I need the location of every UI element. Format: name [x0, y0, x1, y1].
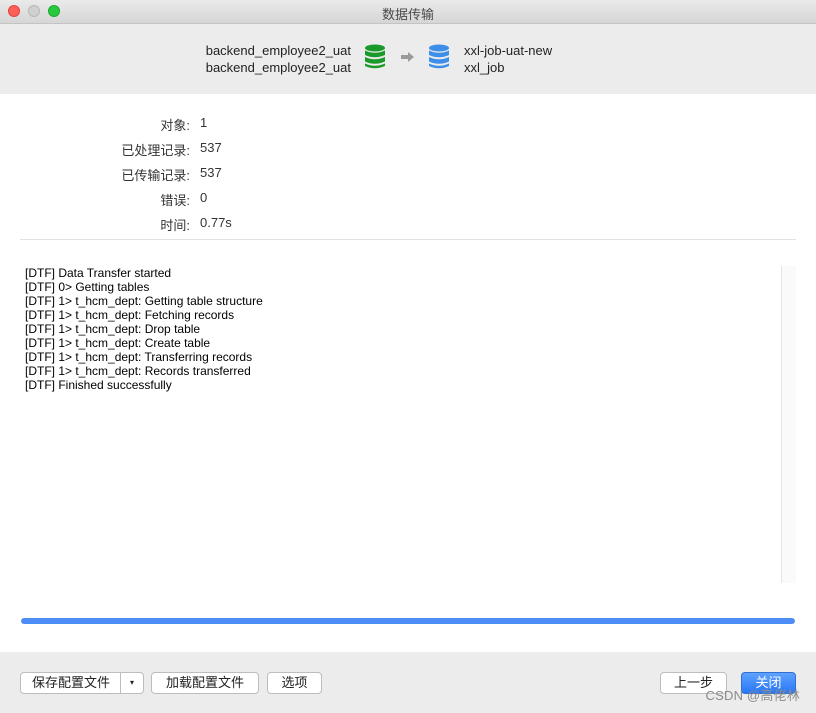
transfer-result-panel: 对象: 1 已处理记录: 537 已传输记录: 537 错误: 0 时间: 0.…	[0, 94, 816, 652]
stat-errors: 错误: 0	[0, 190, 816, 210]
source-connection: backend_employee2_uat	[205, 43, 351, 58]
log-line: [DTF] 1> t_hcm_dept: Getting table struc…	[25, 294, 263, 308]
stat-value: 0.77s	[200, 215, 232, 230]
stat-label: 已传输记录:	[121, 168, 190, 183]
log-line: [DTF] Finished successfully	[25, 378, 172, 392]
log-line: [DTF] 0> Getting tables	[25, 280, 150, 294]
target-database-icon	[429, 44, 449, 69]
log-line: [DTF] 1> t_hcm_dept: Transferring record…	[25, 350, 253, 364]
stat-transferred-records: 已传输记录: 537	[0, 165, 816, 185]
stat-value: 0	[200, 190, 208, 205]
source-database-icon	[365, 44, 385, 69]
log-line: [DTF] 1> t_hcm_dept: Records transferred	[25, 364, 251, 378]
stat-objects: 对象: 1	[0, 115, 816, 135]
save-profile-label: 保存配置文件	[31, 675, 110, 690]
log-scrollbar[interactable]	[781, 266, 796, 583]
watermark: CSDN @高佬林	[705, 688, 800, 703]
log-line: [DTF] Data Transfer started	[25, 266, 172, 280]
footer-toolbar: 保存配置文件 ▾ 加载配置文件 选项 上一步 关闭	[0, 652, 816, 713]
stat-time: 时间: 0.77s	[0, 215, 816, 235]
stat-value: 1	[200, 115, 208, 130]
stat-label: 错误:	[160, 193, 190, 208]
progress-bar	[21, 618, 795, 624]
log-line: [DTF] 1> t_hcm_dept: Create table	[25, 336, 211, 350]
stat-processed-records: 已处理记录: 537	[0, 140, 816, 160]
stat-label: 对象:	[160, 118, 190, 133]
stat-label: 时间:	[160, 218, 190, 233]
stat-value: 537	[200, 140, 222, 155]
title-bar: 数据传输	[0, 0, 816, 24]
save-profile-button[interactable]: 保存配置文件 ▾	[20, 672, 144, 694]
load-profile-button[interactable]: 加载配置文件	[151, 672, 259, 694]
window-title: 数据传输	[381, 7, 434, 22]
dropdown-arrow-icon[interactable]: ▾	[120, 673, 143, 693]
divider	[20, 239, 796, 240]
progress-bar-fill	[21, 618, 795, 624]
log-line: [DTF] 1> t_hcm_dept: Fetching records	[25, 308, 235, 322]
transfer-header: backend_employee2_uat backend_employee2_…	[0, 24, 816, 94]
stat-label: 已处理记录:	[121, 143, 190, 158]
target-database: xxl_job	[464, 60, 505, 75]
log-line: [DTF] 1> t_hcm_dept: Drop table	[25, 322, 201, 336]
stat-value: 537	[200, 165, 222, 180]
options-button[interactable]: 选项	[267, 672, 322, 694]
source-database: backend_employee2_uat	[205, 60, 351, 75]
transfer-log[interactable]: [DTF] Data Transfer started [DTF] 0> Get…	[20, 266, 780, 584]
target-connection: xxl-job-uat-new	[464, 43, 553, 58]
arrow-right-icon	[401, 52, 414, 62]
